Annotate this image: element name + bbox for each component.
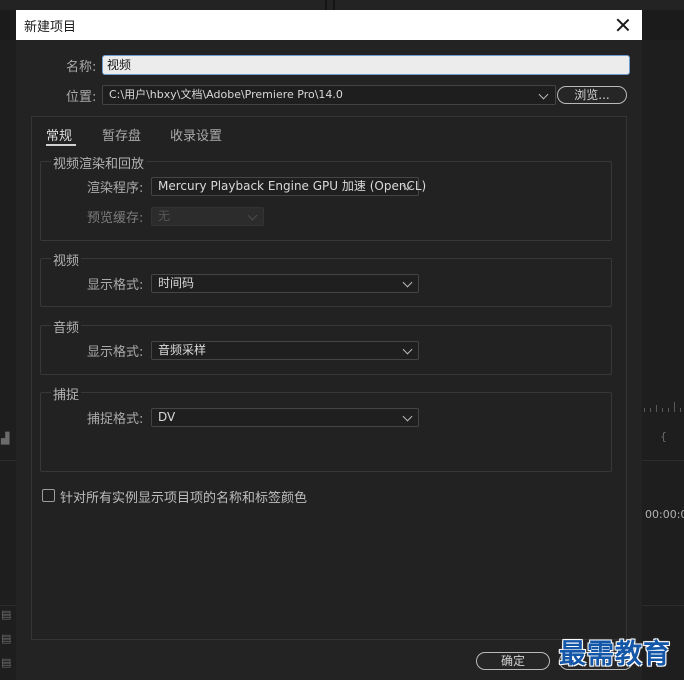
- name-label: 名称:: [66, 60, 97, 75]
- ok-button[interactable]: 确定: [476, 652, 550, 670]
- track-icon: ▤: [1, 656, 12, 669]
- video-display-format-value: 时间码: [158, 276, 195, 290]
- settings-panel: 常规 暂存盘 收录设置 视频渲染和回放 渲染程序: Mercury Playba…: [31, 116, 627, 640]
- panel-divider: [642, 605, 684, 606]
- capture-format-select[interactable]: DV: [151, 408, 419, 427]
- panel-separator: [333, 0, 335, 10]
- audio-display-format-select[interactable]: 音频采样: [151, 341, 419, 360]
- group-title: 视频渲染和回放: [51, 153, 147, 172]
- panel-divider: [0, 605, 16, 606]
- group-video: 视频 显示格式: 时间码: [40, 250, 612, 307]
- timecode-readout: 00:00:07: [645, 508, 684, 521]
- location-label: 位置:: [66, 90, 97, 105]
- background-right-panel: [642, 40, 684, 680]
- group-title: 视频: [51, 250, 82, 269]
- group-video-rendering: 视频渲染和回放 渲染程序: Mercury Playback Engine GP…: [40, 153, 612, 241]
- tab-general[interactable]: 常规: [46, 125, 72, 144]
- browse-button[interactable]: 浏览...: [557, 86, 627, 104]
- background-left-panel: [0, 40, 16, 680]
- chevron-down-icon: [538, 89, 549, 100]
- close-icon[interactable]: [612, 14, 634, 36]
- tab-ingest-settings[interactable]: 收录设置: [170, 125, 222, 144]
- background-top-bar: [0, 0, 684, 10]
- audio-display-format-value: 音频采样: [158, 343, 207, 357]
- panel-separator: [325, 0, 327, 10]
- location-value: C:\用户\hbxy\文档\Adobe\Premiere Pro\14.0: [109, 88, 343, 101]
- chevron-down-icon: [402, 277, 413, 288]
- preview-cache-select: 无: [151, 207, 264, 226]
- time-ruler: [642, 398, 684, 412]
- video-display-format-select[interactable]: 时间码: [151, 274, 419, 293]
- preview-cache-value: 无: [158, 209, 171, 223]
- track-icon: ▤: [1, 608, 12, 621]
- dialog-titlebar: 新建项目: [16, 10, 642, 40]
- chevron-down-icon: [402, 344, 413, 355]
- active-tab-indicator: [46, 144, 76, 146]
- preview-cache-label: 预览缓存:: [87, 211, 144, 226]
- location-select[interactable]: C:\用户\hbxy\文档\Adobe\Premiere Pro\14.0: [102, 85, 556, 105]
- panel-divider: [0, 460, 16, 461]
- group-title: 捕捉: [51, 384, 82, 403]
- group-audio: 音频 显示格式: 音频采样: [40, 317, 612, 375]
- video-display-format-label: 显示格式:: [87, 278, 144, 293]
- capture-format-label: 捕捉格式:: [87, 412, 144, 427]
- renderer-label: 渲染程序:: [87, 181, 144, 196]
- project-name-input[interactable]: 视频: [102, 55, 630, 75]
- group-capture: 捕捉 捕捉格式: DV: [40, 384, 612, 472]
- watermark-logo: 最需教育: [559, 639, 671, 670]
- audio-display-format-label: 显示格式:: [87, 345, 144, 360]
- dialog-title: 新建项目: [24, 20, 77, 35]
- chevron-down-icon: [247, 210, 258, 221]
- show-label-colors-label: 针对所有实例显示项目项的名称和标签颜色: [60, 491, 308, 506]
- capture-format-value: DV: [158, 410, 176, 424]
- renderer-select[interactable]: Mercury Playback Engine GPU 加速 (OpenCL): [151, 177, 426, 196]
- chevron-down-icon: [402, 411, 413, 422]
- track-icon: ▟: [1, 432, 10, 445]
- group-title: 音频: [51, 317, 82, 336]
- new-project-dialog: 新建项目 名称: 视频 位置: C:\用户\hbxy\文档\Adobe\Prem…: [16, 10, 642, 680]
- panel-divider: [642, 460, 684, 461]
- track-icon: ▤: [1, 632, 12, 645]
- show-label-colors-checkbox[interactable]: [42, 489, 55, 502]
- tab-scratch-disks[interactable]: 暂存盘: [102, 125, 141, 144]
- renderer-value: Mercury Playback Engine GPU 加速 (OpenCL): [158, 179, 427, 193]
- marker-icon: {: [660, 430, 667, 443]
